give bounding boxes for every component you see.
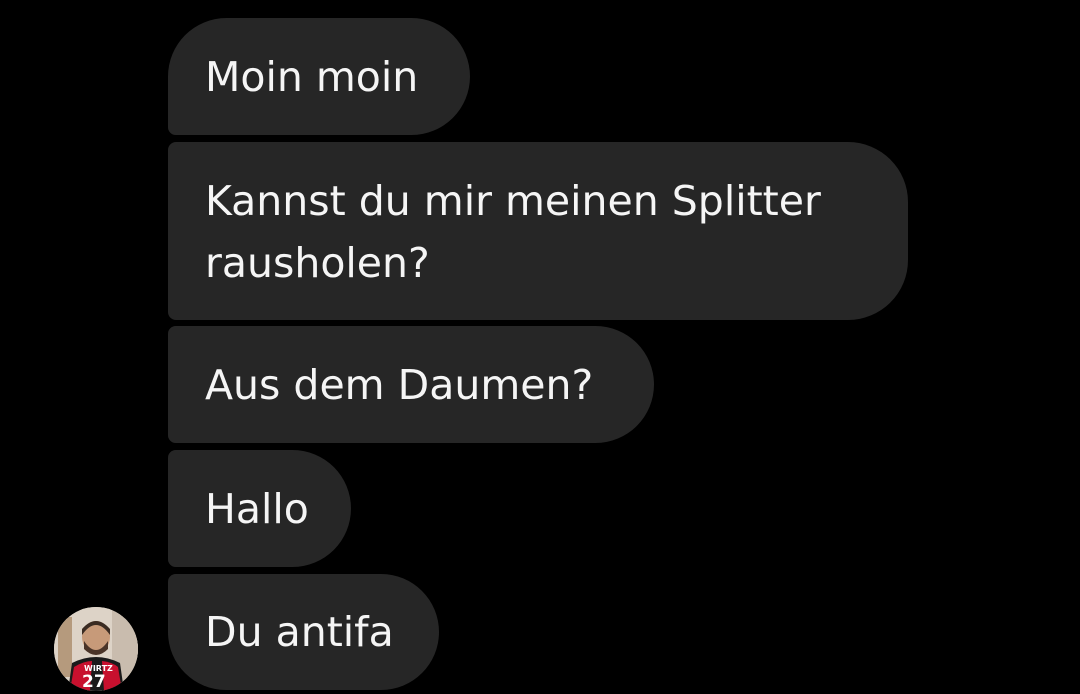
message-text: Moin moin bbox=[205, 53, 419, 101]
message-text: Du antifa bbox=[205, 608, 394, 656]
message-text: Kannst du mir meinen Splitter rausholen? bbox=[205, 177, 821, 287]
message-bubble[interactable]: Du antifa bbox=[168, 574, 439, 690]
message-text: Aus dem Daumen? bbox=[205, 361, 594, 409]
sender-avatar[interactable]: WIRTZ 27 bbox=[54, 607, 138, 691]
message-bubble[interactable]: Moin moin bbox=[168, 18, 470, 135]
message-bubble[interactable]: Kannst du mir meinen Splitter rausholen? bbox=[168, 142, 908, 320]
message-bubble[interactable]: Hallo bbox=[168, 450, 351, 567]
user-avatar-photo-icon: WIRTZ 27 bbox=[54, 607, 138, 691]
message-bubble[interactable]: Aus dem Daumen? bbox=[168, 326, 654, 443]
message-thread: Moin moin Kannst du mir meinen Splitter … bbox=[0, 0, 1080, 694]
jersey-number: 27 bbox=[82, 672, 106, 691]
message-text: Hallo bbox=[205, 485, 309, 533]
